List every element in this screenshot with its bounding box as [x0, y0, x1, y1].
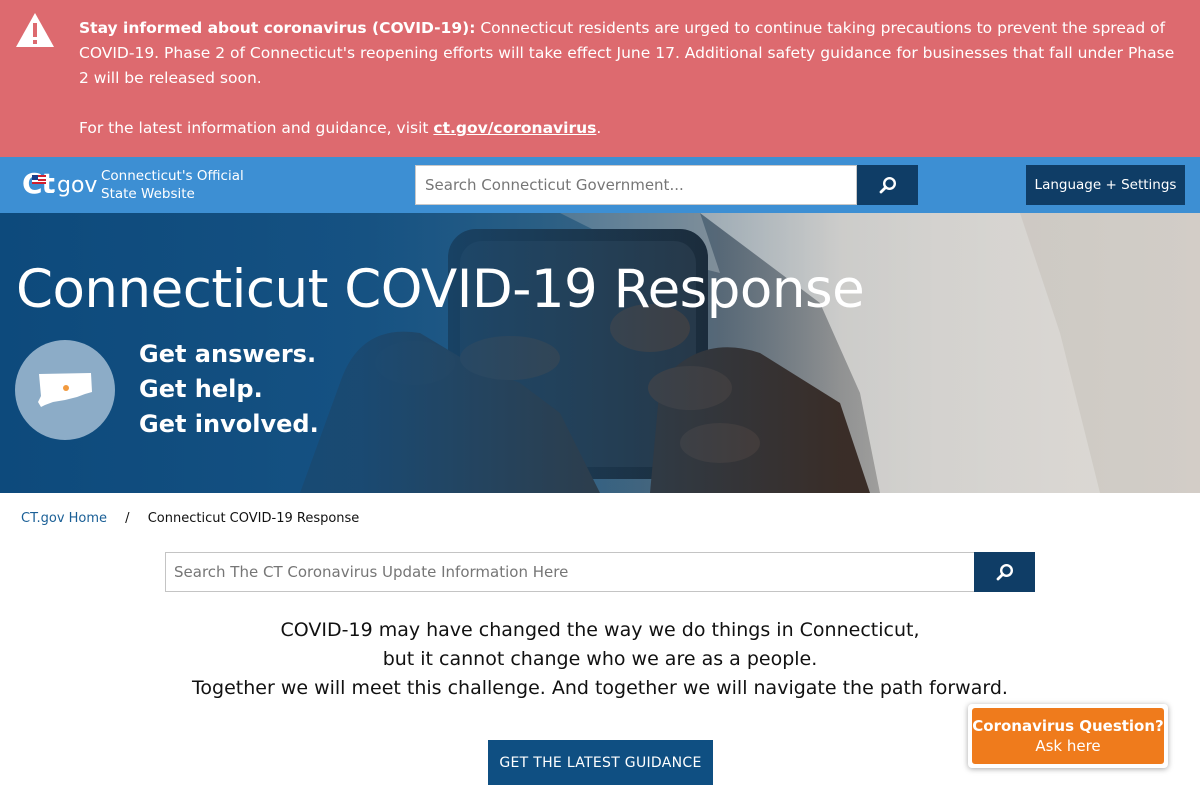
alert-heading: Stay informed about coronavirus (COVID-1… — [79, 19, 476, 37]
coronavirus-link[interactable]: ct.gov/coronavirus — [433, 119, 596, 137]
alert-text: Stay informed about coronavirus (COVID-1… — [79, 16, 1179, 141]
site-header: Ct .gov Connecticut's Official State Web… — [0, 157, 1200, 213]
alert-info-suffix: . — [596, 119, 602, 137]
hero-line-answers: Get answers. — [139, 340, 317, 368]
alert-info-prefix: For the latest information and guidance,… — [79, 119, 429, 137]
site-tagline-line2: State Website — [101, 186, 195, 202]
mission-line-1: COVID-19 may have changed the way we do … — [280, 619, 920, 641]
hero-line-help: Get help. — [139, 375, 263, 403]
site-tagline-line1: Connecticut's Official — [101, 168, 244, 184]
chat-subtitle: Ask here — [1035, 737, 1101, 755]
connecticut-map-icon — [38, 373, 92, 407]
header-search-button[interactable] — [857, 165, 918, 205]
breadcrumb-separator: / — [125, 511, 130, 526]
breadcrumb-current: Connecticut COVID-19 Response — [147, 511, 360, 526]
page-title: Connecticut COVID-19 Response — [16, 259, 865, 320]
breadcrumb-home-link[interactable]: CT.gov Home — [21, 511, 107, 526]
mission-statement: COVID-19 may have changed the way we do … — [0, 616, 1200, 703]
coronavirus-question-widget[interactable]: Coronavirus Question? Ask here — [968, 704, 1168, 768]
latest-guidance-button[interactable]: GET THE LATEST GUIDANCE — [488, 740, 713, 785]
coronavirus-search-input[interactable] — [165, 552, 975, 592]
logo-gov-text: .gov — [50, 173, 98, 198]
hero-banner: Connecticut COVID-19 Response Get answer… — [0, 213, 1200, 493]
warning-icon — [16, 13, 54, 47]
ct-gov-logo[interactable]: Ct .gov — [22, 167, 97, 205]
mission-line-2: but it cannot change who we are as a peo… — [382, 648, 818, 670]
covid-alert-banner: Stay informed about coronavirus (COVID-1… — [0, 0, 1200, 157]
search-icon — [879, 176, 896, 194]
chat-title: Coronavirus Question? — [972, 717, 1164, 735]
hero-line-involved: Get involved. — [139, 410, 319, 438]
header-search-input[interactable] — [415, 165, 857, 205]
language-settings-button[interactable]: Language + Settings — [1026, 165, 1185, 205]
alert-info-paragraph: For the latest information and guidance,… — [79, 116, 1179, 141]
mission-line-3: Together we will meet this challenge. An… — [192, 677, 1008, 699]
flag-icon — [32, 175, 46, 184]
chat-button[interactable]: Coronavirus Question? Ask here — [972, 708, 1164, 764]
search-icon — [996, 563, 1013, 581]
breadcrumb: CT.gov Home / Connecticut COVID-19 Respo… — [21, 510, 359, 528]
site-tagline: Connecticut's Official State Website — [101, 167, 244, 203]
coronavirus-search-button[interactable] — [974, 552, 1035, 592]
connecticut-emblem — [15, 340, 115, 440]
alert-message-paragraph: Stay informed about coronavirus (COVID-1… — [79, 16, 1179, 91]
hero-taglines: Get answers. Get help. Get involved. — [139, 337, 319, 442]
